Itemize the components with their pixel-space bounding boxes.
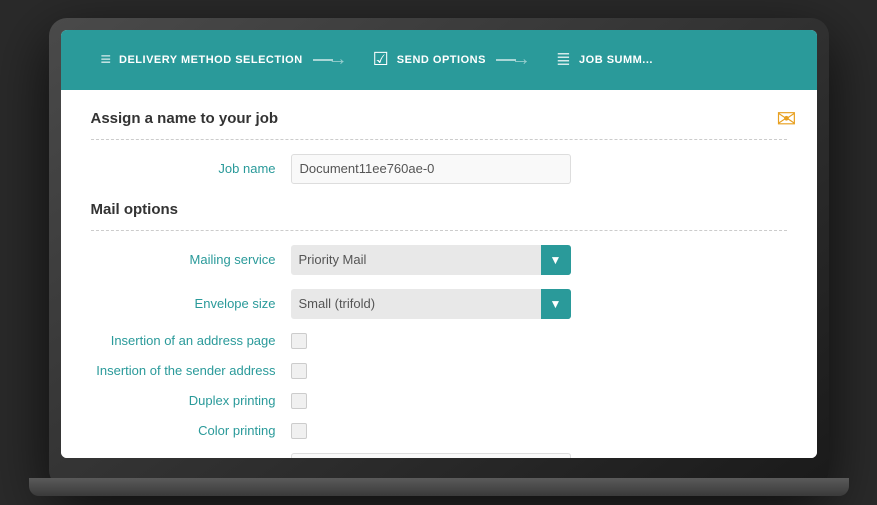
insertion-address-checkbox[interactable]: [291, 333, 307, 349]
assign-divider: [91, 139, 787, 140]
mailing-service-group: Mailing service Priority Mail Standard M…: [91, 243, 787, 277]
insertion-sender-group: Insertion of the sender address: [91, 361, 787, 381]
envelope-size-select-wrapper: Small (trifold) Large (flat) ▼: [291, 289, 571, 319]
assign-section: Assign a name to your job Job name: [91, 110, 787, 186]
insertion-sender-label: Insertion of the sender address: [91, 363, 291, 378]
color-printing-checkbox[interactable]: [291, 423, 307, 439]
job-name-label: Job name: [91, 161, 291, 176]
mailing-service-select[interactable]: Priority Mail Standard Mail: [291, 245, 571, 275]
duplex-printing-label: Duplex printing: [91, 393, 291, 408]
duplex-printing-group: Duplex printing: [91, 391, 787, 411]
checkmark-icon: ☑: [373, 49, 389, 70]
laptop-frame: ≡ DELIVERY METHOD SELECTION → ☑ SEND OPT…: [49, 18, 829, 488]
color-printing-group: Color printing: [91, 421, 787, 441]
envelope-size-label: Envelope size: [91, 296, 291, 311]
envelope-icon: ✉: [776, 105, 796, 134]
mail-options-title: Mail options: [91, 201, 787, 218]
assign-title: Assign a name to your job: [91, 110, 787, 127]
nav-step-job-summary[interactable]: ≣ JOB SUMM...: [536, 49, 673, 70]
envelope-size-group: Envelope size Small (trifold) Large (fla…: [91, 287, 787, 321]
job-name-group: Job name: [91, 152, 787, 186]
copies-group: Number of copies: [91, 451, 787, 458]
nav-step-delivery[interactable]: ≡ DELIVERY METHOD SELECTION: [81, 49, 323, 70]
envelope-size-select[interactable]: Small (trifold) Large (flat): [291, 289, 571, 319]
list-icon: ≣: [556, 49, 571, 70]
copies-input[interactable]: [291, 453, 571, 458]
job-name-input[interactable]: [291, 154, 571, 184]
insertion-address-label: Insertion of an address page: [91, 333, 291, 348]
insertion-address-group: Insertion of an address page: [91, 331, 787, 351]
mailing-service-label: Mailing service: [91, 252, 291, 267]
color-printing-label: Color printing: [91, 423, 291, 438]
menu-icon: ≡: [101, 49, 112, 70]
mail-options-section: Mail options Mailing service Priority Ma…: [91, 201, 787, 458]
nav-label-job-summary: JOB SUMM...: [579, 54, 653, 66]
nav-label-send-options: SEND OPTIONS: [397, 54, 486, 66]
nav-step-send-options[interactable]: ☑ SEND OPTIONS: [353, 49, 506, 70]
insertion-sender-checkbox[interactable]: [291, 363, 307, 379]
duplex-printing-checkbox[interactable]: [291, 393, 307, 409]
mail-options-divider: [91, 230, 787, 231]
top-nav: ≡ DELIVERY METHOD SELECTION → ☑ SEND OPT…: [61, 30, 817, 90]
nav-label-delivery: DELIVERY METHOD SELECTION: [119, 54, 303, 66]
main-content: ✉ Assign a name to your job Job name Mai…: [61, 90, 817, 458]
laptop-screen: ≡ DELIVERY METHOD SELECTION → ☑ SEND OPT…: [61, 30, 817, 458]
laptop-base: [29, 478, 849, 496]
mailing-service-select-wrapper: Priority Mail Standard Mail ▼: [291, 245, 571, 275]
